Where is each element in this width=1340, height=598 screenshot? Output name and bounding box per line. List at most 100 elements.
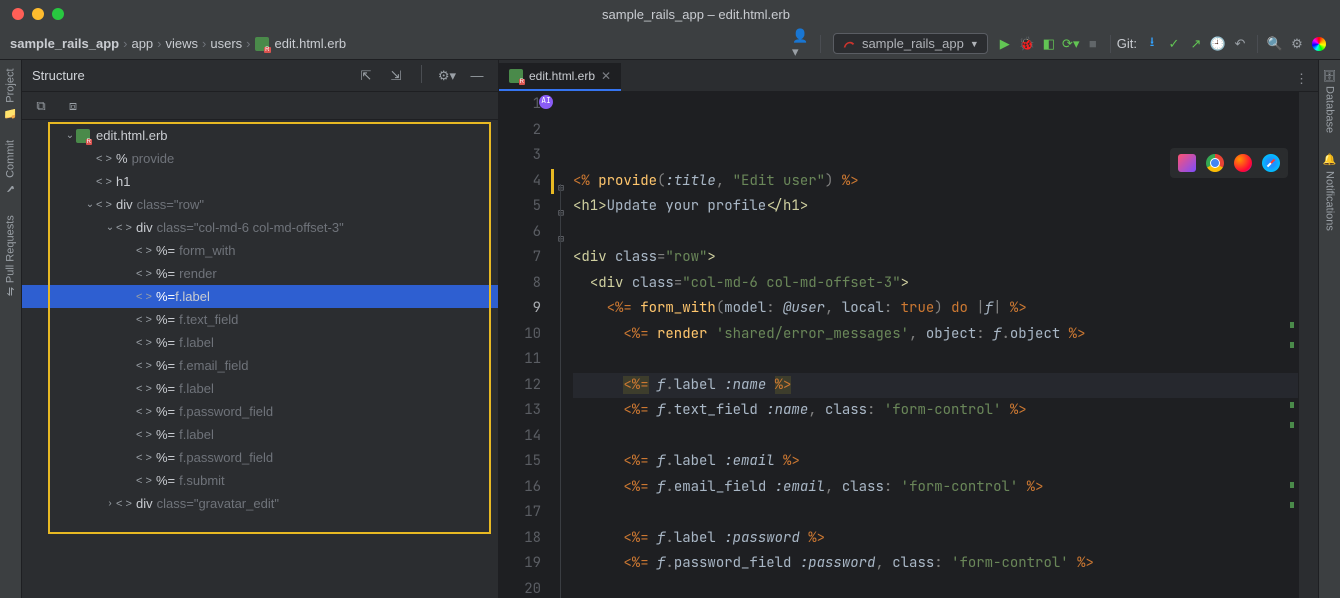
- tab-label: edit.html.erb: [529, 69, 595, 83]
- editor-gutter[interactable]: 1AI234567891011121314151617181920: [499, 92, 555, 598]
- tree-node[interactable]: < >%= f.password_field: [22, 400, 498, 423]
- chevron-right-icon[interactable]: ›: [104, 498, 116, 509]
- chevron-down-icon: ▼: [970, 39, 979, 49]
- ai-assistant-icon[interactable]: AI: [539, 95, 553, 109]
- tree-node[interactable]: < >%= form_with: [22, 239, 498, 262]
- tab-options-button[interactable]: ⋮: [1285, 67, 1318, 91]
- fold-toggle-icon[interactable]: ⊟: [555, 226, 567, 252]
- chevron-down-icon[interactable]: ⌄: [64, 130, 76, 141]
- editor-tabs: edit.html.erb ✕ ⋮: [499, 60, 1318, 92]
- tree-node[interactable]: < >%= f.label: [22, 285, 498, 308]
- tag-icon: < >: [136, 429, 152, 441]
- tree-node[interactable]: ⌄< >divclass="col-md-6 col-md-offset-3": [22, 216, 498, 239]
- breadcrumb-root[interactable]: sample_rails_app: [10, 36, 119, 51]
- editor-tab-active[interactable]: edit.html.erb ✕: [499, 63, 621, 91]
- tag-icon: < >: [136, 475, 152, 487]
- tag-icon: < >: [136, 245, 152, 257]
- profile-button[interactable]: ⟳▾: [1060, 33, 1082, 55]
- structure-tree[interactable]: ⌄edit.html.erb< >% provide< >h1⌄< >divcl…: [22, 120, 498, 598]
- fold-toggle-icon[interactable]: ⊟: [555, 200, 567, 226]
- database-tool-tab[interactable]: 🗄Database: [1323, 68, 1336, 133]
- main-toolbar: sample_rails_app › app › views › users ›…: [0, 28, 1340, 60]
- breadcrumb-item[interactable]: app: [131, 36, 153, 51]
- tree-node[interactable]: < >%= f.label: [22, 423, 498, 446]
- firefox-icon[interactable]: [1234, 154, 1252, 172]
- left-tool-stripe: 📁Project ✔Commit ⇋Pull Requests: [0, 60, 22, 598]
- commit-tool-tab[interactable]: ✔Commit: [4, 140, 17, 195]
- window-controls: [12, 8, 64, 20]
- erb-file-icon: [255, 37, 269, 51]
- ide-logo-icon[interactable]: [1308, 33, 1330, 55]
- tag-icon: < >: [136, 337, 152, 349]
- debug-button[interactable]: 🐞: [1016, 33, 1038, 55]
- tree-node[interactable]: < >%= f.label: [22, 377, 498, 400]
- close-window-button[interactable]: [12, 8, 24, 20]
- hide-panel-button[interactable]: —: [466, 65, 488, 87]
- tree-node[interactable]: ⌄< >divclass="row": [22, 193, 498, 216]
- tree-node[interactable]: < >%= f.email_field: [22, 354, 498, 377]
- tree-node[interactable]: < >%= f.label: [22, 331, 498, 354]
- notifications-tool-tab[interactable]: 🔔Notifications: [1323, 153, 1336, 230]
- git-commit-button[interactable]: ✓: [1163, 33, 1185, 55]
- tree-node[interactable]: ›< >divclass="gravatar_edit": [22, 492, 498, 515]
- expand-all-icon[interactable]: ⇱: [355, 65, 377, 87]
- structure-panel: Structure ⇱ ⇲ ⚙▾ — ⧉ ⧈ ⌄edit.html.erb< >…: [22, 60, 499, 598]
- tree-node[interactable]: < >%= f.submit: [22, 469, 498, 492]
- breadcrumb-item[interactable]: users: [210, 36, 242, 51]
- chrome-icon[interactable]: [1206, 154, 1224, 172]
- run-config-label: sample_rails_app: [862, 36, 964, 51]
- run-button[interactable]: ▶: [994, 33, 1016, 55]
- tree-node[interactable]: < >%= f.text_field: [22, 308, 498, 331]
- right-tool-stripe: 🗄Database 🔔Notifications: [1318, 60, 1340, 598]
- window-titlebar: sample_rails_app – edit.html.erb: [0, 0, 1340, 28]
- close-tab-button[interactable]: ✕: [601, 69, 611, 83]
- git-update-button[interactable]: ⭳: [1141, 33, 1163, 55]
- change-marker: [551, 169, 554, 195]
- erb-file-icon: [509, 69, 523, 83]
- tree-node[interactable]: ⌄edit.html.erb: [22, 124, 498, 147]
- scroll-to-source-icon[interactable]: ⧉: [30, 95, 52, 117]
- run-configuration-selector[interactable]: sample_rails_app ▼: [833, 33, 988, 54]
- stop-button[interactable]: ■: [1082, 33, 1104, 55]
- tag-icon: < >: [96, 176, 112, 188]
- safari-icon[interactable]: [1262, 154, 1280, 172]
- erb-file-icon: [76, 129, 90, 143]
- gear-icon[interactable]: ⚙▾: [436, 65, 458, 87]
- search-button[interactable]: 🔍: [1264, 33, 1286, 55]
- code-editor[interactable]: 1AI234567891011121314151617181920 ⊟⊟⊟ <%…: [499, 92, 1318, 598]
- chevron-right-icon: ›: [246, 36, 250, 51]
- fold-toggle-icon[interactable]: ⊟: [555, 175, 567, 201]
- separator: [1110, 35, 1111, 53]
- git-push-button[interactable]: ↗: [1185, 33, 1207, 55]
- tag-icon: < >: [136, 291, 152, 303]
- error-stripe[interactable]: [1298, 92, 1318, 598]
- tag-icon: < >: [96, 153, 112, 165]
- settings-button[interactable]: ⚙: [1286, 33, 1308, 55]
- rubymine-icon[interactable]: [1178, 154, 1196, 172]
- chevron-down-icon[interactable]: ⌄: [84, 199, 96, 210]
- breadcrumb-item[interactable]: views: [166, 36, 199, 51]
- tree-node[interactable]: < >% provide: [22, 147, 498, 170]
- breadcrumb[interactable]: sample_rails_app › app › views › users ›…: [10, 36, 346, 51]
- project-tool-tab[interactable]: 📁Project: [4, 68, 17, 120]
- tag-icon: < >: [136, 383, 152, 395]
- chevron-right-icon: ›: [157, 36, 161, 51]
- coverage-button[interactable]: ◧: [1038, 33, 1060, 55]
- structure-panel-title: Structure: [32, 68, 355, 83]
- tree-node[interactable]: < >%= f.password_field: [22, 446, 498, 469]
- tree-node[interactable]: < >%= render: [22, 262, 498, 285]
- history-button[interactable]: 🕘: [1207, 33, 1229, 55]
- minimize-window-button[interactable]: [32, 8, 44, 20]
- chevron-right-icon: ›: [123, 36, 127, 51]
- structure-panel-header: Structure ⇱ ⇲ ⚙▾ —: [22, 60, 498, 92]
- collapse-all-icon[interactable]: ⇲: [385, 65, 407, 87]
- rollback-button[interactable]: ↶: [1229, 33, 1251, 55]
- tree-node[interactable]: < >h1: [22, 170, 498, 193]
- breadcrumb-file[interactable]: edit.html.erb: [275, 36, 347, 51]
- pull-requests-tool-tab[interactable]: ⇋Pull Requests: [4, 215, 17, 296]
- scroll-from-source-icon[interactable]: ⧈: [62, 95, 84, 117]
- maximize-window-button[interactable]: [52, 8, 64, 20]
- chevron-down-icon[interactable]: ⌄: [104, 222, 116, 233]
- browser-preview-bar: [1170, 148, 1288, 178]
- user-icon[interactable]: 👤▾: [792, 33, 814, 55]
